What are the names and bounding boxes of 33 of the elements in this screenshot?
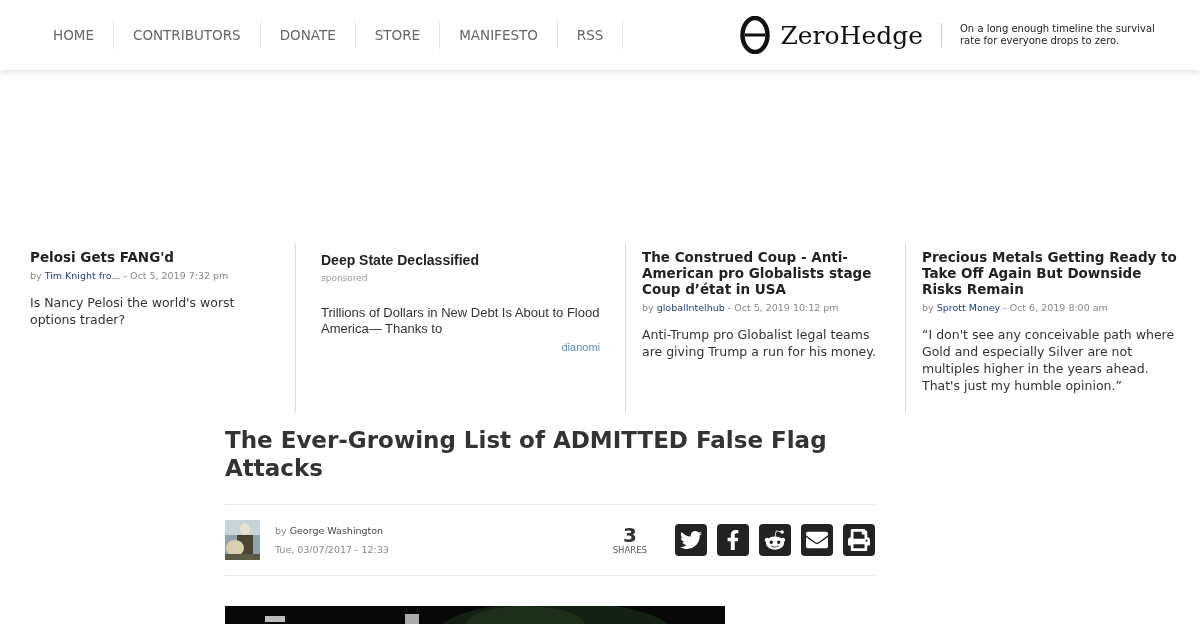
article-title: The Ever-Growing List of ADMITTED False Flag Attacks bbox=[225, 426, 828, 482]
author-link[interactable]: George Washington bbox=[289, 525, 384, 536]
sponsored-label: sponsored bbox=[321, 273, 369, 283]
brand-logo[interactable]: dianomi bbox=[321, 341, 600, 353]
teaser-summary[interactable]: Trillions of Dollars in New Debt Is About to Flood America— Thanks to bbox=[321, 305, 600, 337]
by-label: by bbox=[275, 525, 287, 536]
author-link[interactable]: Tim Knight fro... bbox=[44, 270, 121, 281]
teaser-summary: Anti-Trump pro Globalist legal teams are giving Trump a run for his money. bbox=[642, 326, 877, 360]
nav-link[interactable]: MANIFESTO bbox=[440, 21, 558, 49]
post-date: Tue, 03/07/2017 - 12:33 bbox=[275, 544, 390, 555]
site-name[interactable]: ZeroHedge bbox=[780, 20, 923, 50]
teaser-title[interactable]: The Construed Coup - Anti-American pro Globalists stage Coup d’état in USA bbox=[642, 249, 885, 297]
by-label: by bbox=[642, 302, 654, 313]
share-count: 3 bbox=[622, 525, 637, 545]
teaser-title[interactable]: Precious Metals Getting Ready to Take Off Again But Downside Risks Remain bbox=[922, 249, 1180, 297]
teaser-title[interactable]: Pelosi Gets FANG'd bbox=[30, 249, 275, 265]
nav-link[interactable]: STORE bbox=[355, 21, 441, 49]
post-date: - Oct 6, 2019 8:00 am bbox=[1003, 302, 1108, 313]
by-label: by bbox=[30, 270, 42, 281]
tagline: On a long enough timeline the survival rate for everyone drops to zero. bbox=[941, 23, 1160, 47]
nav-link[interactable]: CONTRIBUTORS bbox=[113, 21, 261, 49]
by-label: by bbox=[922, 302, 934, 313]
nav-link[interactable]: HOME bbox=[34, 21, 114, 49]
nav-link[interactable]: DONATE bbox=[260, 21, 356, 49]
post-date: - Oct 5, 2019 10:12 pm bbox=[727, 302, 839, 313]
teaser-title[interactable]: Deep State Declassified bbox=[321, 252, 600, 268]
teaser-summary: Is Nancy Pelosi the world's worst options trader? bbox=[30, 294, 236, 328]
nav-link[interactable]: RSS bbox=[557, 21, 624, 49]
author-link[interactable]: Sprott Money bbox=[936, 302, 1001, 313]
shares-label: SHARES bbox=[612, 545, 647, 555]
author-link[interactable]: globalIntelhub bbox=[656, 302, 725, 313]
post-date: - Oct 5, 2019 7:32 pm bbox=[123, 270, 229, 281]
teaser-summary: “I don't see any conceivable path where Gold and especially Silver are not multiples higher in the years ahead. That's just my humble opinion.” bbox=[922, 326, 1176, 394]
